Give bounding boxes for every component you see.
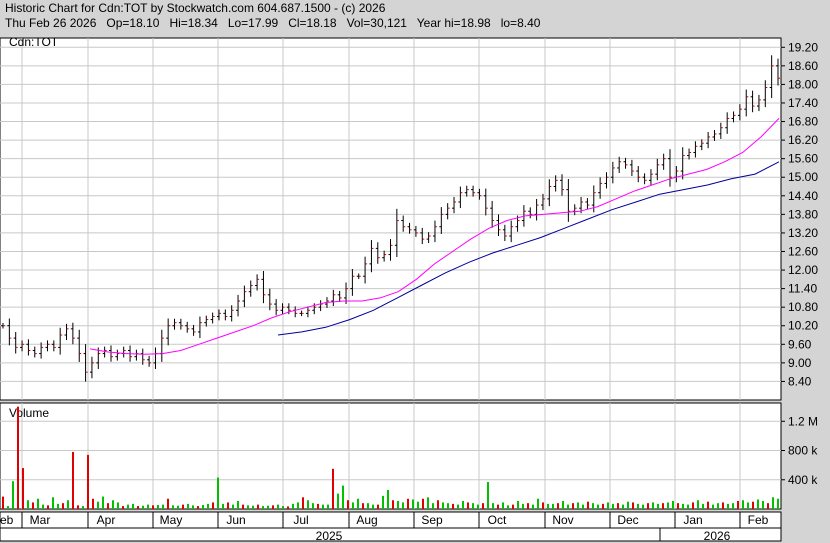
year-axis-row: [0, 527, 782, 542]
month-axis-row: [0, 511, 782, 529]
volume-label: Volume: [9, 406, 49, 420]
price-tick-label: 15.60: [788, 152, 818, 166]
month-label: May: [160, 513, 183, 527]
month-label: Mar: [30, 513, 51, 527]
price-tick-label: 10.20: [788, 319, 818, 333]
year-label: 2026: [704, 529, 731, 543]
price-tick-label: 9.60: [788, 337, 812, 351]
month-label: Feb: [0, 513, 14, 527]
price-tick-label: 12.60: [788, 244, 818, 258]
volume-tick-label: 800 k: [788, 444, 818, 458]
month-label: Apr: [97, 513, 116, 527]
month-label: Nov: [552, 513, 573, 527]
price-tick-label: 9.00: [788, 356, 812, 370]
price-panel: [0, 37, 782, 401]
price-tick-label: 8.40: [788, 374, 812, 388]
volume-tick-label: 400 k: [788, 473, 818, 487]
price-tick-label: 18.00: [788, 77, 818, 91]
price-tick-label: 16.80: [788, 115, 818, 129]
volume-panel: [0, 402, 782, 510]
month-label: Jul: [293, 513, 308, 527]
price-tick-label: 13.80: [788, 207, 818, 221]
month-label: Aug: [356, 513, 377, 527]
month-label: Feb: [748, 513, 769, 527]
month-label: Jan: [683, 513, 702, 527]
price-tick-label: 16.20: [788, 133, 818, 147]
price-tick-label: 15.00: [788, 170, 818, 184]
price-tick-label: 17.40: [788, 96, 818, 110]
price-tick-label: 19.20: [788, 40, 818, 54]
month-label: Dec: [617, 513, 638, 527]
symbol-label: Cdn:TOT: [9, 35, 59, 49]
volume-tick-label: 1.2 M: [788, 414, 818, 428]
price-tick-label: 18.60: [788, 59, 818, 73]
month-label: Jun: [226, 513, 245, 527]
stock-chart: Feb Mar Apr May Jun Jul Aug Sep Oct Nov Dec Jan Feb 2…: [0, 35, 818, 543]
price-tick-label: 10.80: [788, 300, 818, 314]
year-label: 2025: [316, 529, 343, 543]
month-label: Sep: [421, 513, 443, 527]
price-tick-label: 12.00: [788, 263, 818, 277]
chart-window: Historic Chart for Cdn:TOT by Stockwatch…: [0, 0, 830, 543]
price-tick-label: 14.40: [788, 189, 818, 203]
price-tick-label: 11.40: [788, 282, 817, 296]
month-label: Oct: [488, 513, 507, 527]
price-tick-label: 13.20: [788, 226, 818, 240]
